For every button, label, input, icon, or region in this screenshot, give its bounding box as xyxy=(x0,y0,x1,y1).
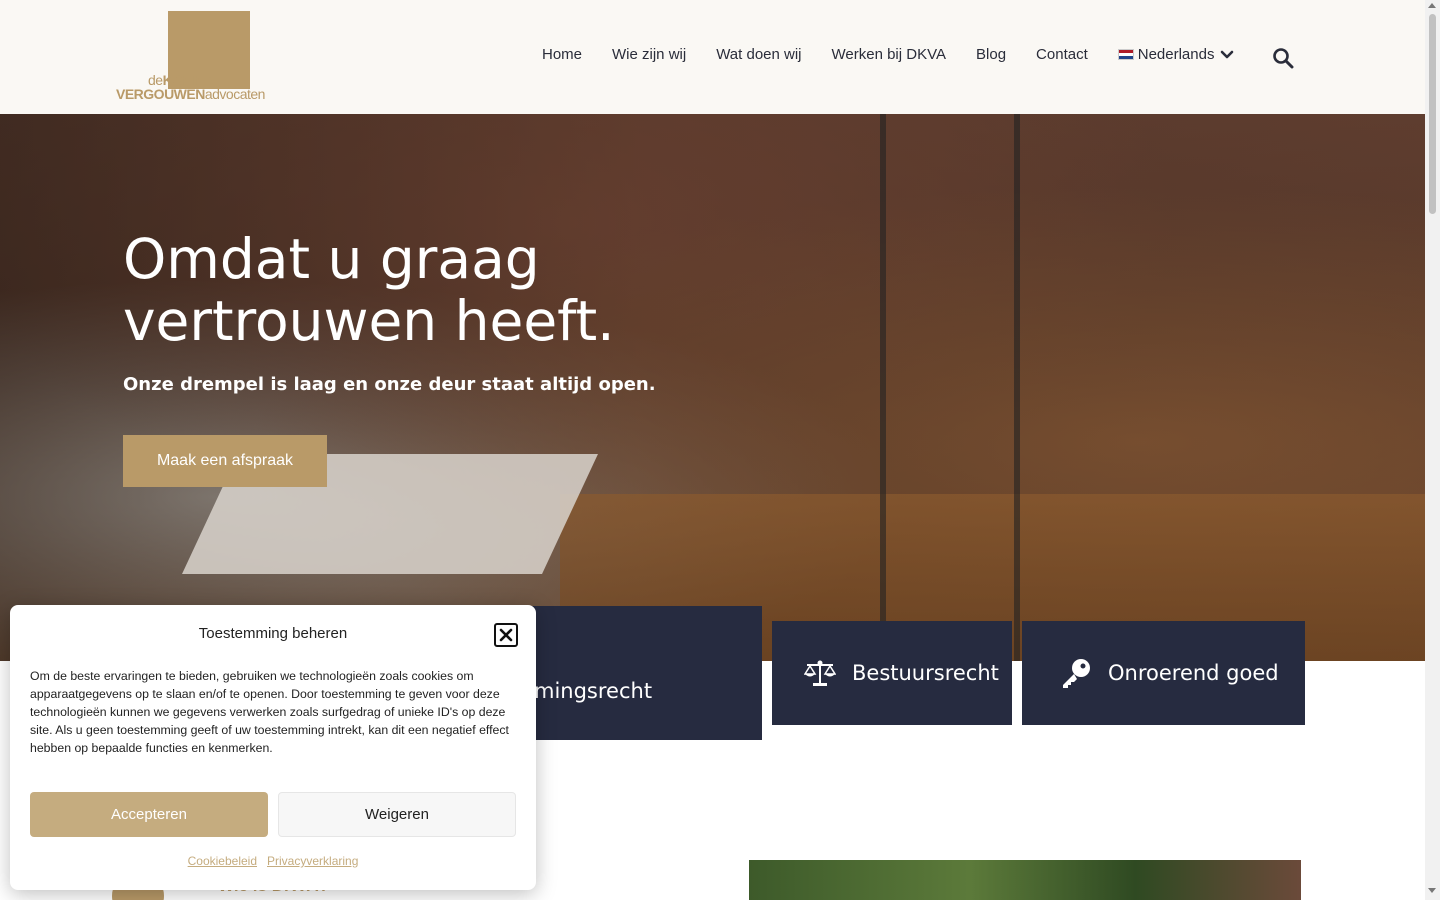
nav-home[interactable]: Home xyxy=(542,46,582,63)
hero-image-glass-wall xyxy=(880,114,1020,661)
cookie-links: Cookiebeleid Privacyverklaring xyxy=(10,854,536,868)
logo-line1: deKONING xyxy=(148,73,216,87)
service-card-onroerend-goed[interactable]: Onroerend goed xyxy=(1022,621,1305,725)
nav-wie-zijn-wij[interactable]: Wie zijn wij xyxy=(612,46,686,63)
close-button[interactable] xyxy=(494,623,518,647)
deny-button[interactable]: Weigeren xyxy=(278,792,516,837)
logo-line2: VERGOUWENadvocaten xyxy=(116,87,265,101)
close-icon xyxy=(499,628,513,642)
main-nav: Home Wie zijn wij Wat doen wij Werken bi… xyxy=(542,46,1234,63)
hero-section: Omdat u graag vertrouwen heeft. Onze dre… xyxy=(0,114,1425,661)
language-label: Nederlands xyxy=(1137,46,1215,63)
cookie-dialog-text: Om de beste ervaringen te bieden, gebrui… xyxy=(30,669,509,755)
nav-wat-doen-wij[interactable]: Wat doen wij xyxy=(716,46,801,63)
search-icon[interactable] xyxy=(1272,47,1294,69)
logo-text-advocaten: advocaten xyxy=(204,86,266,102)
cookie-consent-dialog: Toestemming beheren Om de beste ervaring… xyxy=(10,605,536,890)
service-card-1[interactable]: mingsrecht xyxy=(520,606,762,740)
hero-title: Omdat u graag vertrouwen heeft. xyxy=(123,227,615,353)
make-appointment-button[interactable]: Maak een afspraak xyxy=(123,435,327,487)
scroll-down-arrow-icon[interactable] xyxy=(1428,888,1436,893)
hero-subtitle: Onze drempel is laag en onze deur staat … xyxy=(123,374,656,395)
cookie-dialog-title: Toestemming beheren xyxy=(198,625,348,642)
logo[interactable]: deKONING VERGOUWENadvocaten xyxy=(116,11,280,103)
service-card-label: Bestuursrecht xyxy=(852,661,999,685)
scroll-thumb[interactable] xyxy=(1429,14,1436,214)
scales-icon xyxy=(804,660,836,686)
nav-blog[interactable]: Blog xyxy=(976,46,1006,63)
privacy-statement-link[interactable]: Privacyverklaring xyxy=(267,854,358,868)
service-card-bestuursrecht[interactable]: Bestuursrecht xyxy=(772,621,1012,725)
nl-flag-icon xyxy=(1117,49,1134,60)
bottom-image xyxy=(749,860,1301,900)
chevron-down-icon xyxy=(1221,50,1234,58)
accept-button[interactable]: Accepteren xyxy=(30,792,268,837)
nav-contact[interactable]: Contact xyxy=(1036,46,1088,63)
scroll-up-arrow-icon[interactable] xyxy=(1428,3,1436,8)
nav-werken-bij-dkva[interactable]: Werken bij DKVA xyxy=(832,46,947,63)
logo-text-vergouwen: VERGOUWEN xyxy=(116,86,205,102)
site-header: deKONING VERGOUWENadvocaten Home Wie zij… xyxy=(0,0,1425,114)
service-card-label: Onroerend goed xyxy=(1108,661,1279,685)
page-scrollbar[interactable] xyxy=(1425,0,1440,900)
service-card-label: mingsrecht xyxy=(534,679,653,703)
cookie-policy-link[interactable]: Cookiebeleid xyxy=(188,854,257,868)
language-switcher[interactable]: Nederlands xyxy=(1117,46,1235,63)
key-icon xyxy=(1063,659,1090,688)
